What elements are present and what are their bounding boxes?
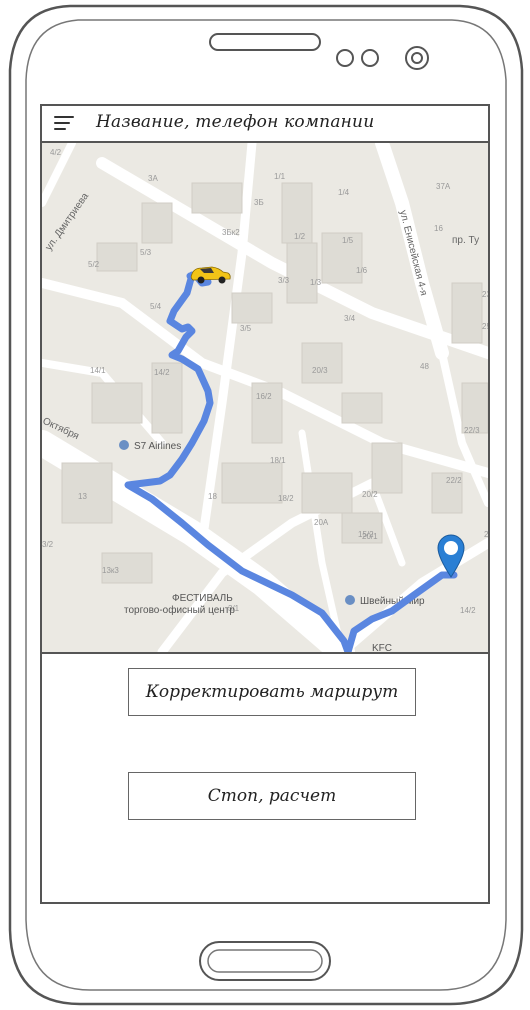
svg-text:S7 Airlines: S7 Airlines	[134, 441, 181, 452]
house-number-label: 3Б	[254, 198, 264, 207]
house-number-label: 3Бк2	[222, 228, 240, 237]
house-number-label: 20/2	[362, 490, 378, 499]
correct-route-button[interactable]: Корректировать маршрут	[128, 668, 416, 716]
house-number-label: 14/2	[154, 368, 170, 377]
company-name-phone-title: Название, телефон компании	[96, 112, 375, 132]
house-number-label: 22/2	[446, 476, 462, 485]
house-number-label: 13	[78, 492, 87, 501]
house-number-label: 22/3	[464, 426, 480, 435]
house-number-label: 1/4	[338, 188, 350, 197]
house-number-label: 18	[208, 492, 217, 501]
stop-calculate-button[interactable]: Стоп, расчет	[128, 772, 416, 820]
house-number-label: 3/5	[240, 324, 252, 333]
house-number-label: 13к3	[102, 566, 119, 575]
house-number-label: 37А	[436, 182, 451, 191]
festival-poi-desc: торгово-офисный центр	[124, 604, 235, 616]
street-label: пр. Ту	[452, 235, 479, 246]
house-number-label: 18/2	[278, 494, 294, 503]
phone-screen: Название, телефон компании ул. Дмитриева…	[40, 104, 490, 904]
sensor-icon	[361, 49, 379, 67]
house-number-label: 18/1	[270, 456, 286, 465]
speaker-grille	[209, 33, 321, 51]
home-button[interactable]	[199, 941, 331, 981]
house-number-label: 16	[434, 224, 443, 233]
house-number-label: 5/2	[88, 260, 100, 269]
hamburger-menu-icon[interactable]	[54, 115, 76, 133]
house-number-label: 4/2	[50, 148, 62, 157]
house-number-label: 5/3	[140, 248, 152, 257]
house-number-label: 1/6	[356, 266, 368, 275]
house-number-label: 16/2	[256, 392, 272, 401]
house-number-label: 3/3	[278, 276, 290, 285]
house-number-label: 23	[482, 290, 488, 299]
house-number-label: 1/5	[342, 236, 354, 245]
route-map[interactable]: ул. Дмитриева ул. Енисейская 4-я Октября…	[42, 143, 488, 652]
house-number-label: 3/4	[344, 314, 356, 323]
house-number-label: 20/3	[312, 366, 328, 375]
house-number-label: 1/2	[294, 232, 306, 241]
house-number-label: 1/1	[274, 172, 286, 181]
house-number-label: 1/3	[310, 278, 322, 287]
house-number-label: 20А	[314, 518, 329, 527]
house-number-label: 3А	[148, 174, 158, 183]
house-number-label: 5/4	[150, 302, 162, 311]
divider	[42, 652, 488, 654]
house-number-label: 21	[484, 530, 488, 539]
house-number-label: 20/1	[362, 532, 378, 541]
house-number-label: 14/1	[90, 366, 106, 375]
app-bar: Название, телефон компании	[42, 106, 488, 143]
house-number-label: 14/2	[460, 606, 476, 615]
kfc-poi: KFC	[372, 643, 392, 652]
house-number-label: 25	[482, 322, 488, 331]
house-number-label: 48	[420, 362, 429, 371]
sensor-icon	[336, 49, 354, 67]
house-number-label: 3/2	[42, 540, 54, 549]
festival-poi-name: ФЕСТИВАЛЬ	[172, 593, 233, 604]
